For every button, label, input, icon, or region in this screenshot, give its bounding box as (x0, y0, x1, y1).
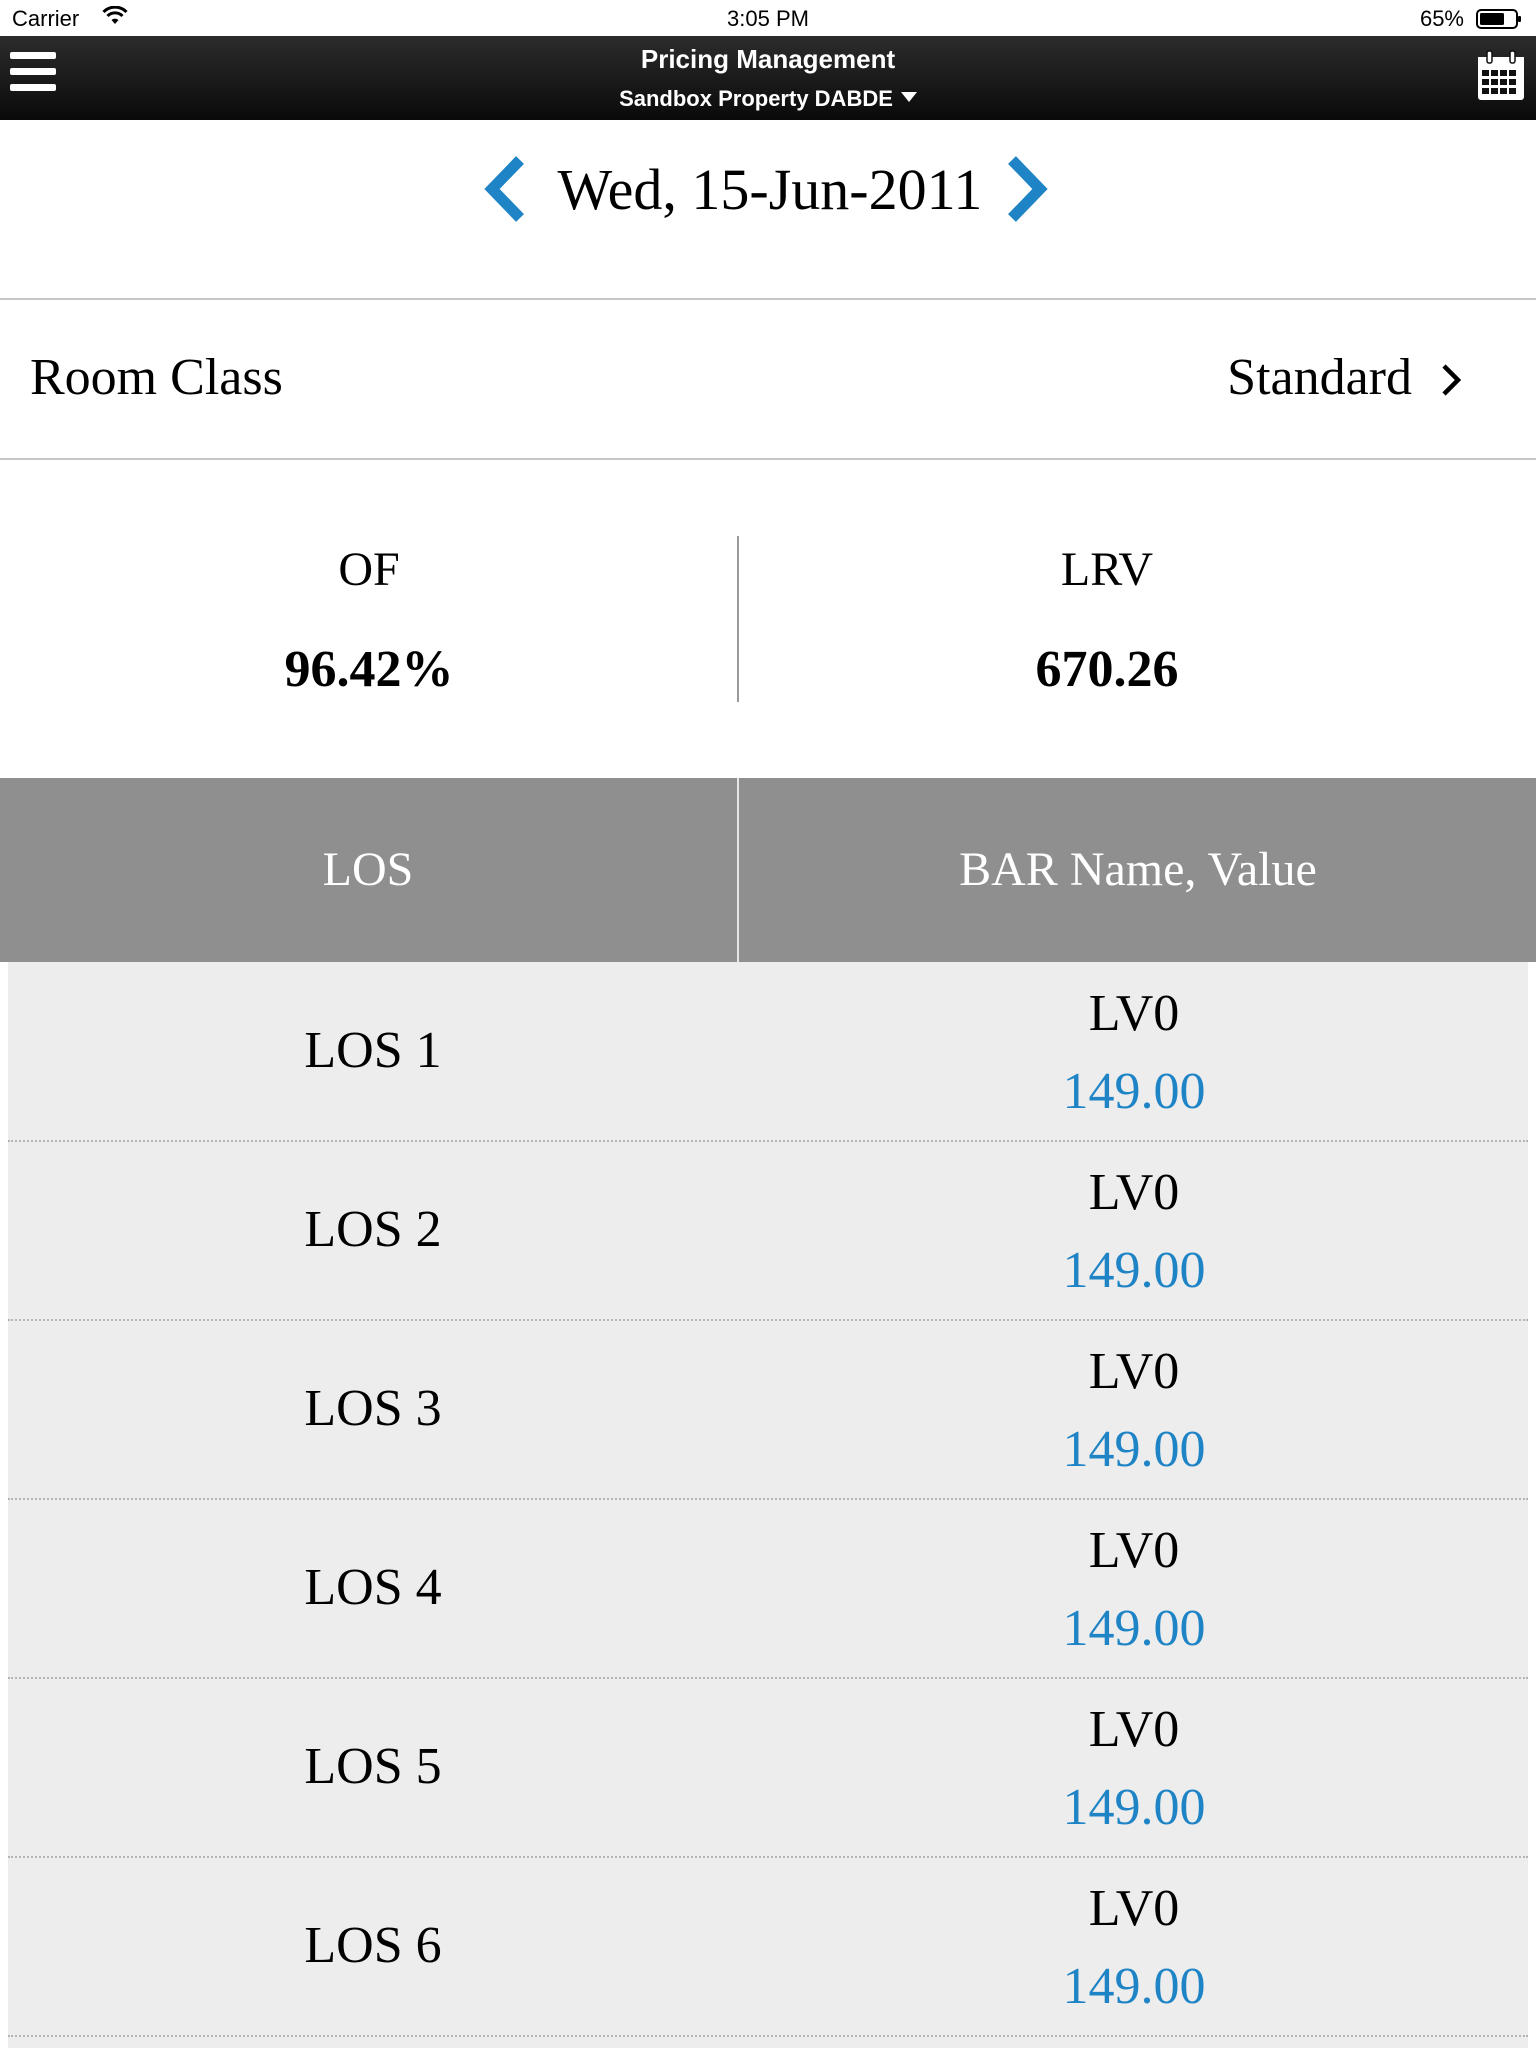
los-column-header: LOS (322, 843, 414, 896)
page-title: Pricing Management (640, 44, 896, 74)
room-class-row[interactable]: Room Class Standard (0, 300, 1536, 458)
selected-date: Wed, 15-Jun-2011 (557, 157, 983, 222)
next-day-chevron-icon[interactable] (1000, 154, 1050, 224)
los-cell: LOS 4 (304, 1559, 442, 1616)
bar-name-cell: LV0 (1088, 1880, 1180, 1937)
bar-value-cell[interactable]: 149.00 (740, 1062, 1528, 1121)
bar-value-cell[interactable]: 149.00 (740, 1241, 1528, 1300)
dropdown-caret-icon (900, 92, 917, 103)
battery-percentage: 65% (1419, 6, 1464, 31)
header-separator (737, 778, 739, 962)
table-body: LOS 1 LV0 149.00 LOS 2 LV0 149.00 LOS 3 … (8, 962, 1528, 2048)
bar-name-cell: LV0 (1088, 1701, 1180, 1758)
date-navigator: Wed, 15-Jun-2011 (0, 120, 1536, 298)
navigation-bar: Pricing Management Sandbox Property DABD… (0, 36, 1536, 120)
calendar-icon[interactable] (1476, 50, 1526, 102)
bar-name-cell: LV0 (1088, 1164, 1180, 1221)
los-cell: LOS 2 (304, 1201, 442, 1258)
los-cell: LOS 3 (304, 1380, 442, 1437)
table-row[interactable]: LOS 2 LV0 149.00 (8, 1141, 1528, 1321)
table-row[interactable]: LOS 3 LV0 149.00 (8, 1320, 1528, 1500)
bar-name-cell: LV0 (1088, 1522, 1180, 1579)
los-cell: LOS 6 (304, 1917, 442, 1974)
table-row[interactable]: LOS 5 LV0 149.00 (8, 1678, 1528, 1858)
table-row[interactable]: LOS 6 LV0 149.00 (8, 1857, 1528, 2037)
room-class-label: Room Class (30, 349, 283, 406)
clock: 3:05 PM (727, 6, 809, 31)
bar-value-cell[interactable]: 149.00 (740, 1778, 1528, 1837)
bar-name-cell: LV0 (1088, 1343, 1180, 1400)
battery-icon (1476, 9, 1521, 29)
table-header: LOS BAR Name, Value (0, 778, 1536, 962)
room-class-value: Standard (1227, 349, 1412, 406)
bar-value-cell[interactable]: 149.00 (740, 1957, 1528, 2016)
los-cell: LOS 5 (304, 1738, 442, 1795)
lrv-label: LRV (1060, 543, 1154, 596)
property-selector[interactable]: Sandbox Property DABDE (0, 86, 1536, 112)
lrv-value: 670.26 (1035, 641, 1179, 698)
previous-day-chevron-icon[interactable] (482, 154, 532, 224)
of-label: OF (338, 543, 400, 596)
of-value: 96.42% (284, 641, 454, 698)
bar-value-cell[interactable]: 149.00 (740, 1599, 1528, 1658)
metrics-panel: OF 96.42% LRV 670.26 (0, 460, 1536, 778)
bar-name-cell: LV0 (1088, 985, 1180, 1042)
los-cell: LOS 1 (304, 1022, 442, 1079)
table-row[interactable]: LOS 1 LV0 149.00 (8, 962, 1528, 1142)
chevron-right-icon (1442, 364, 1462, 396)
bar-column-header: BAR Name, Value (959, 843, 1317, 896)
status-bar: Carrier 3:05 PM 65% (0, 0, 1536, 36)
table-row[interactable]: LOS 4 LV0 149.00 (8, 1499, 1528, 1679)
bar-value-cell[interactable]: 149.00 (740, 1420, 1528, 1479)
property-name: Sandbox Property DABDE (619, 86, 893, 111)
